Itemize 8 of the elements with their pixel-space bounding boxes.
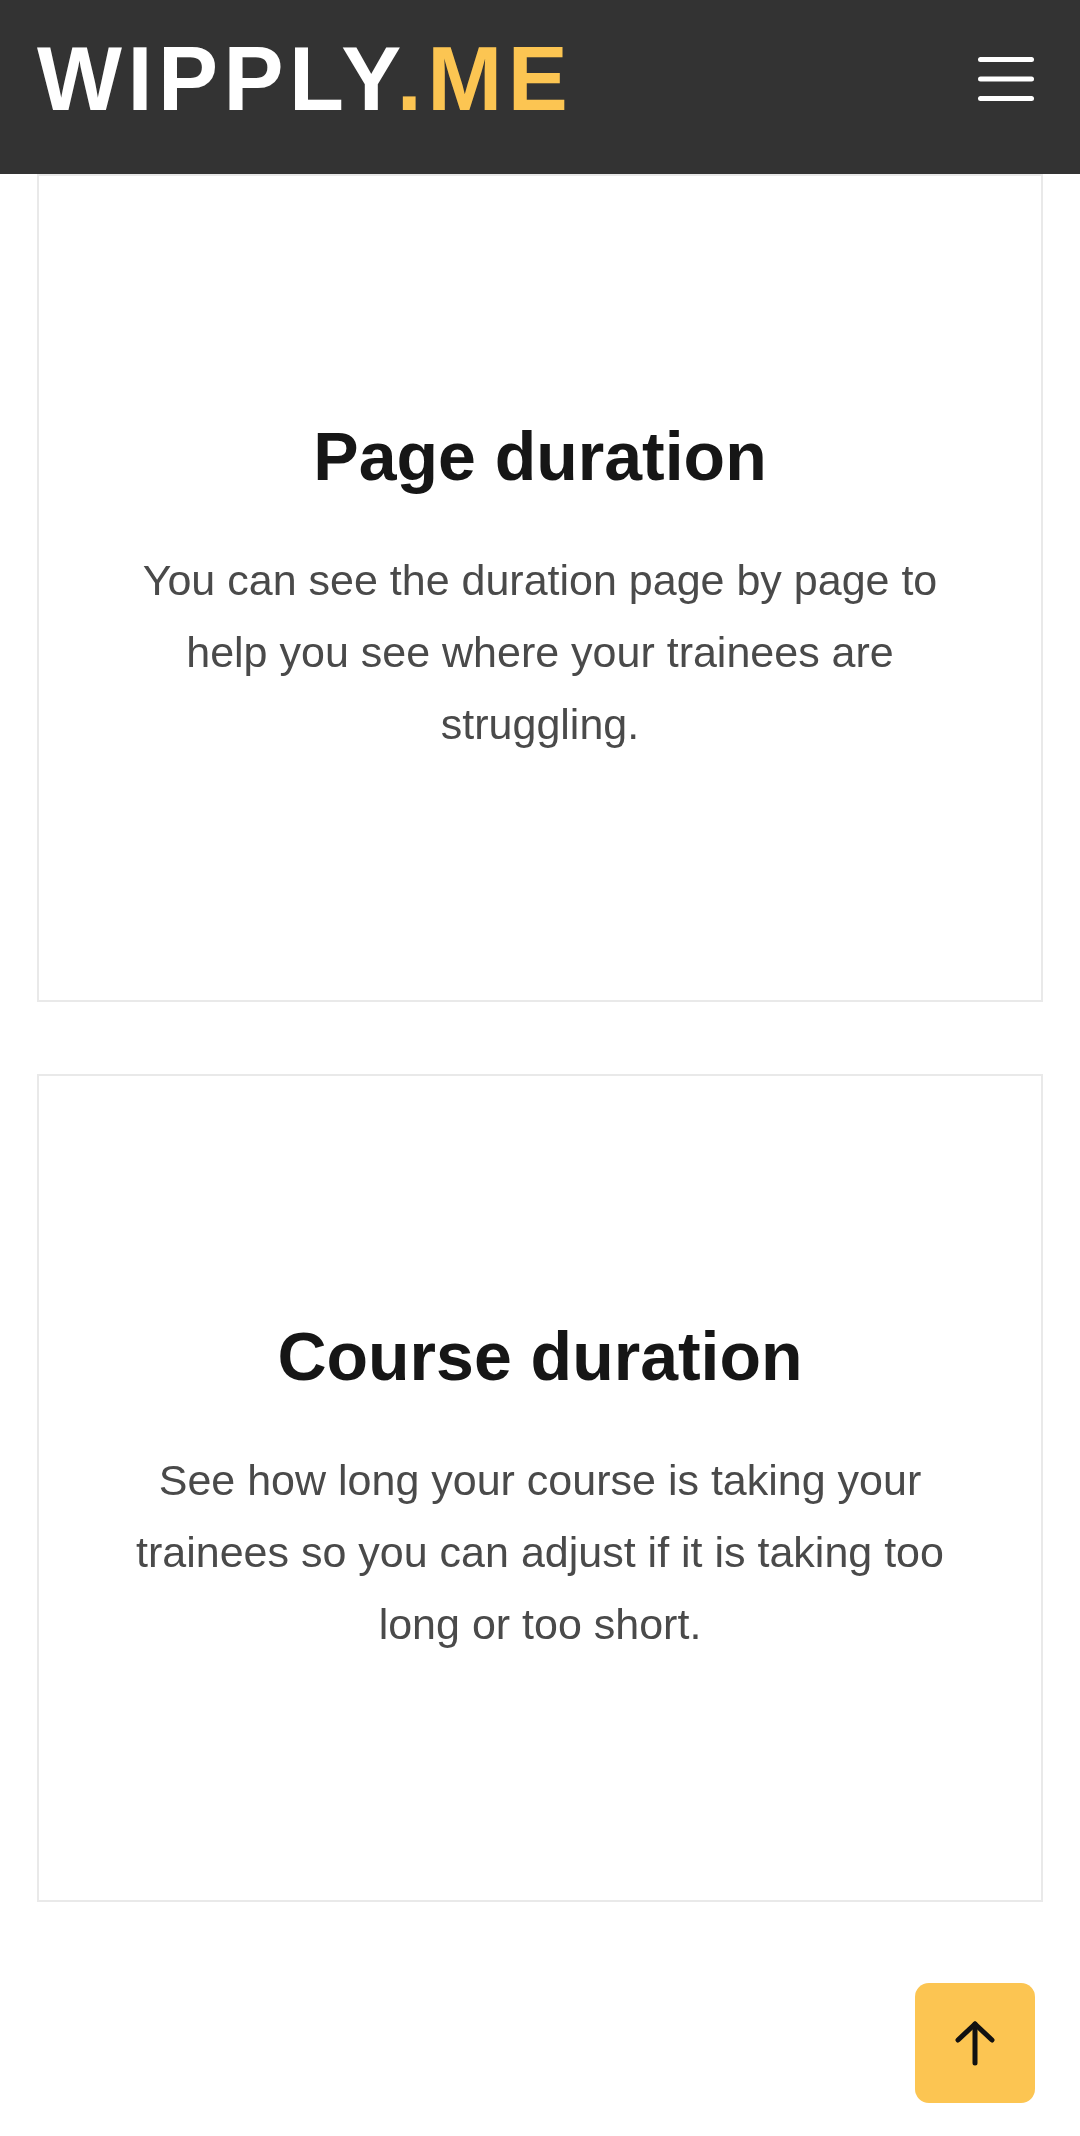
card-title: Page duration [313,417,767,496]
menu-icon [976,55,1036,103]
menu-button[interactable] [976,55,1036,103]
card-description: See how long your course is taking your trainees so you can adjust if it is taking too long or too short. [135,1455,945,1650]
card-description: You can see the duration page by page to help you see where your trainees are struggling. [141,555,939,750]
back-to-top-button[interactable] [915,1983,1035,2103]
card-title: Course duration [277,1317,803,1396]
logo[interactable]: WIPPLY.ME [37,34,574,124]
